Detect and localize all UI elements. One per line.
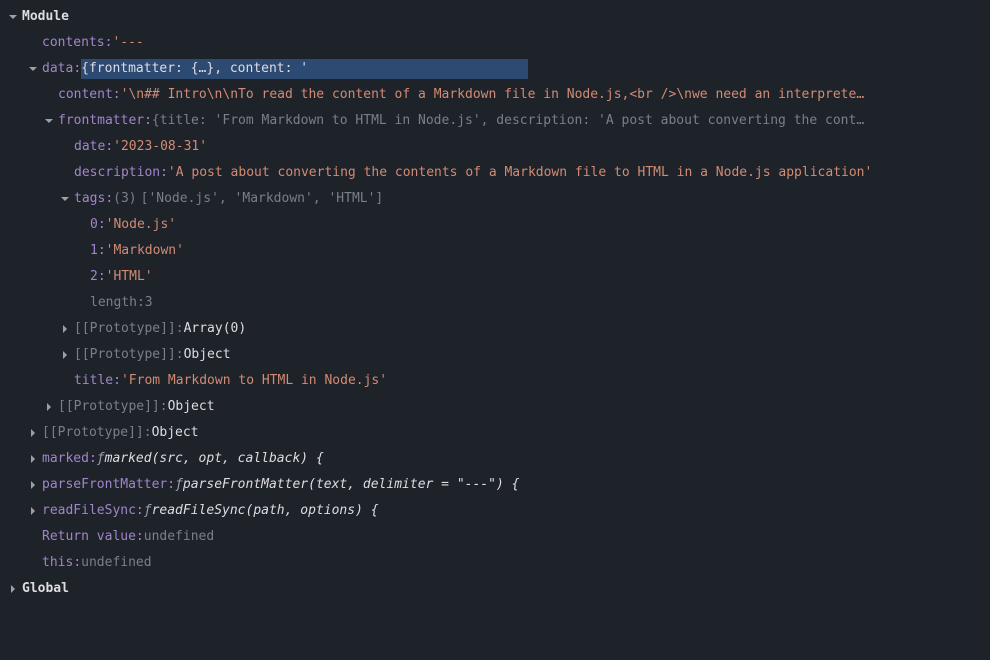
fn-f-icon: ƒ (175, 475, 183, 495)
array-item[interactable]: 1: 'Markdown' (0, 238, 990, 264)
prop-summary: {title: 'From Markdown to HTML in Node.j… (152, 111, 864, 131)
prop-key: parseFrontMatter: (42, 475, 175, 495)
fn-signature: readFileSync(path, options) { (152, 501, 379, 521)
prop-key: length: (90, 293, 145, 313)
scope-panel: Module contents: '--- data: {frontmatter… (0, 0, 990, 606)
prop-key: date: (74, 137, 113, 157)
prop-value: Object (184, 345, 231, 365)
prop-value: undefined (81, 553, 151, 573)
prop-key: [[Prototype]]: (42, 423, 152, 443)
scope-label: Global (22, 579, 69, 599)
prop-key: tags: (74, 189, 113, 209)
array-item[interactable]: 0: 'Node.js' (0, 212, 990, 238)
prop-prototype[interactable]: [[Prototype]]: Object (0, 420, 990, 446)
chevron-down-icon[interactable] (42, 114, 56, 128)
prop-summary: {frontmatter: {…}, content: ' (81, 59, 528, 79)
prop-key: data: (42, 59, 81, 79)
chevron-right-icon[interactable] (58, 322, 72, 336)
chevron-right-icon[interactable] (26, 452, 40, 466)
prop-value: 'Node.js' (106, 215, 176, 235)
chevron-right-icon[interactable] (26, 478, 40, 492)
prop-parsefrontmatter[interactable]: parseFrontMatter: ƒ parseFrontMatter(tex… (0, 472, 990, 498)
prop-key: contents: (42, 33, 112, 53)
prop-key: 1: (90, 241, 106, 261)
chevron-down-icon[interactable] (6, 10, 20, 24)
fn-signature: marked(src, opt, callback) { (105, 449, 324, 469)
prop-date[interactable]: date: '2023-08-31' (0, 134, 990, 160)
prop-length[interactable]: length: 3 (0, 290, 990, 316)
fn-signature: parseFrontMatter(text, delimiter = "---"… (183, 475, 520, 495)
prop-frontmatter[interactable]: frontmatter: {title: 'From Markdown to H… (0, 108, 990, 134)
prop-key: [[Prototype]]: (74, 345, 184, 365)
array-item[interactable]: 2: 'HTML' (0, 264, 990, 290)
prop-value: Object (152, 423, 199, 443)
prop-data[interactable]: data: {frontmatter: {…}, content: ' (0, 56, 990, 82)
prop-prototype[interactable]: [[Prototype]]: Object (0, 342, 990, 368)
prop-tags[interactable]: tags: (3) ['Node.js', 'Markdown', 'HTML'… (0, 186, 990, 212)
chevron-right-icon[interactable] (6, 582, 20, 596)
chevron-down-icon[interactable] (26, 62, 40, 76)
prop-key: 0: (90, 215, 106, 235)
chevron-right-icon[interactable] (26, 426, 40, 440)
prop-value: 3 (145, 293, 153, 313)
array-count: (3) (113, 189, 136, 209)
prop-value: 'Markdown' (106, 241, 184, 261)
prop-key: marked: (42, 449, 97, 469)
prop-readfilesync[interactable]: readFileSync: ƒ readFileSync(path, optio… (0, 498, 990, 524)
scope-global[interactable]: Global (0, 576, 990, 602)
array-preview: ['Node.js', 'Markdown', 'HTML'] (141, 189, 384, 209)
chevron-right-icon[interactable] (26, 504, 40, 518)
chevron-right-icon[interactable] (42, 400, 56, 414)
prop-value: Object (168, 397, 215, 417)
prop-value: '\n## Intro\n\nTo read the content of a … (121, 85, 865, 105)
prop-key: description: (74, 163, 168, 183)
fn-f-icon: ƒ (144, 501, 152, 521)
prop-value: Array(0) (184, 319, 247, 339)
fn-f-icon: ƒ (97, 449, 105, 469)
prop-contents[interactable]: contents: '--- (0, 30, 990, 56)
chevron-down-icon[interactable] (58, 192, 72, 206)
prop-key: 2: (90, 267, 106, 287)
prop-key: this: (42, 553, 81, 573)
prop-key: readFileSync: (42, 501, 144, 521)
chevron-right-icon[interactable] (58, 348, 72, 362)
scope-module[interactable]: Module (0, 4, 990, 30)
prop-value: '2023-08-31' (113, 137, 207, 157)
prop-value: 'HTML' (106, 267, 153, 287)
prop-key: [[Prototype]]: (74, 319, 184, 339)
prop-title[interactable]: title: 'From Markdown to HTML in Node.js… (0, 368, 990, 394)
prop-value: 'A post about converting the contents of… (168, 163, 872, 183)
prop-key: content: (58, 85, 121, 105)
prop-this[interactable]: this: undefined (0, 550, 990, 576)
prop-marked[interactable]: marked: ƒ marked(src, opt, callback) { (0, 446, 990, 472)
prop-description[interactable]: description: 'A post about converting th… (0, 160, 990, 186)
prop-value: '--- (112, 33, 143, 53)
prop-prototype[interactable]: [[Prototype]]: Object (0, 394, 990, 420)
prop-key: Return value: (42, 527, 144, 547)
prop-key: frontmatter: (58, 111, 152, 131)
prop-key: title: (74, 371, 121, 391)
prop-value: undefined (144, 527, 214, 547)
prop-value: 'From Markdown to HTML in Node.js' (121, 371, 387, 391)
prop-key: [[Prototype]]: (58, 397, 168, 417)
prop-prototype[interactable]: [[Prototype]]: Array(0) (0, 316, 990, 342)
prop-data-content[interactable]: content: '\n## Intro\n\nTo read the cont… (0, 82, 990, 108)
prop-return-value[interactable]: Return value: undefined (0, 524, 990, 550)
scope-label: Module (22, 7, 69, 27)
